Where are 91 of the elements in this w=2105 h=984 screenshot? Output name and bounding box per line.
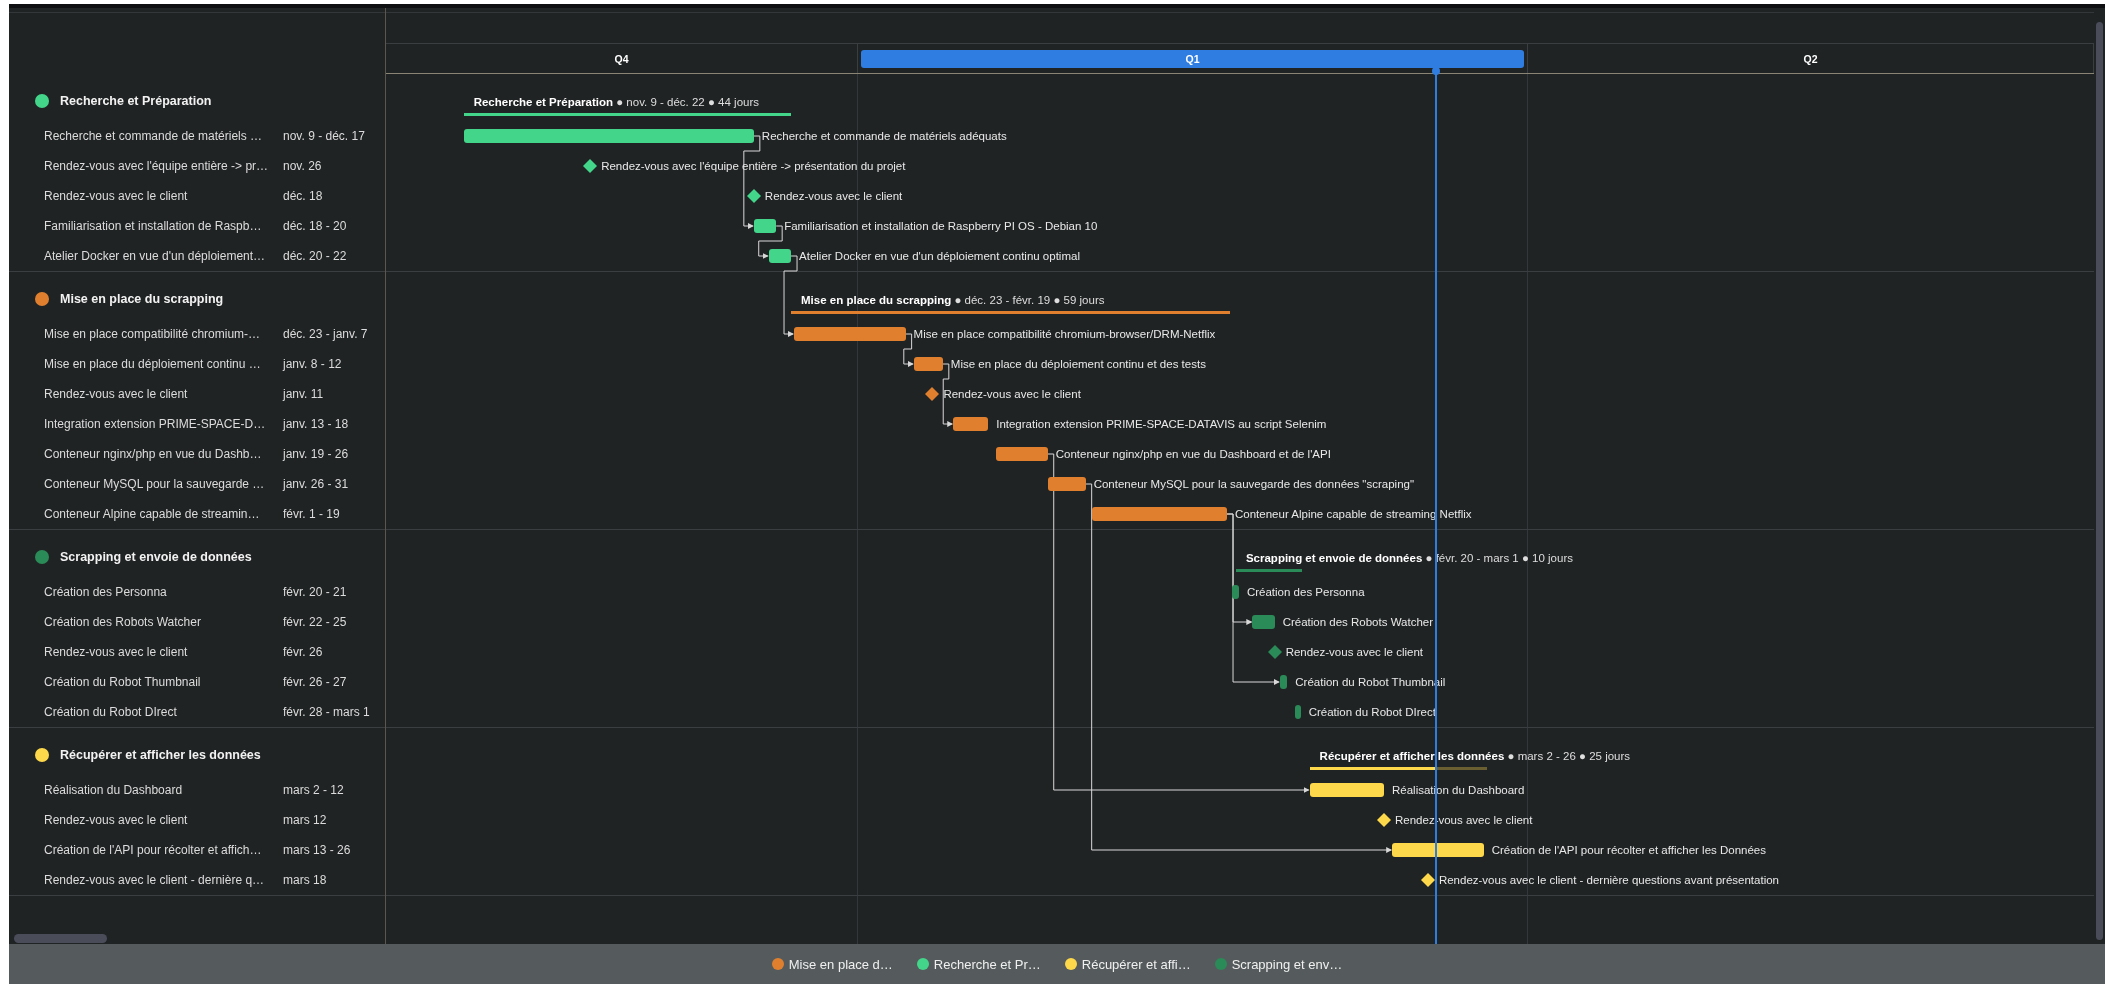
task-dates: févr. 22 - 25	[283, 615, 347, 629]
task-dates: févr. 1 - 19	[283, 507, 340, 521]
task-label: Mise en place compatibilité chromium-browser/DRM-Netflix	[913, 327, 1216, 341]
quarter-label: Q1	[861, 49, 1524, 68]
task-dates: mars 18	[283, 873, 327, 887]
task-name: Conteneur nginx/php en vue du Dashb…	[44, 447, 263, 461]
task-label: Conteneur Alpine capable de streaming Netflix	[1235, 507, 1472, 521]
task-label: Création de l'API pour récolter et afficher les Données	[1491, 843, 1766, 857]
task-name: Recherche et commande de matériels …	[44, 129, 264, 143]
task-dates: janv. 26 - 31	[283, 477, 349, 491]
task-dates: févr. 26 - 27	[283, 675, 347, 689]
task-name: Mise en place compatibilité chromium-…	[44, 327, 262, 341]
task-dates: janv. 19 - 26	[283, 447, 349, 461]
scrollbar-thumb[interactable]	[14, 934, 107, 943]
milestone-diamond[interactable]	[583, 159, 598, 173]
task-label: Familiarisation et installation de Raspberry PI OS - Debian 10	[784, 219, 1098, 233]
task-dates: janv. 8 - 12	[283, 357, 342, 371]
task-bar[interactable]	[1279, 675, 1288, 689]
task-label: Conteneur nginx/php en vue du Dashboard et de l'API	[1055, 447, 1331, 461]
legend-label: Scrapping et env…	[1231, 956, 1343, 972]
task-label: Recherche et commande de matériels adéquats	[761, 129, 1007, 143]
task-bar[interactable]	[1047, 477, 1086, 491]
task-bar[interactable]	[768, 249, 792, 263]
task-label: Atelier Docker en vue d'un déploiement continu optimal	[799, 249, 1080, 263]
group-name: Scrapping et envoie de données	[60, 549, 252, 564]
legend-label: Récupérer et affi…	[1081, 956, 1191, 972]
task-dates: févr. 26	[283, 645, 323, 659]
task-dates: mars 2 - 12	[283, 783, 344, 797]
scrollbar-thumb[interactable]	[2096, 22, 2103, 940]
group-summary: Mise en place du scrapping ● déc. 23 - févr. 19 ● 59 jours	[801, 293, 1105, 307]
group-summary: Recherche et Préparation ● nov. 9 - déc. 22 ● 44 jours	[473, 95, 760, 109]
task-name: Création de l'API pour récolter et affich…	[44, 843, 263, 857]
legend-label: Mise en place d…	[788, 956, 893, 972]
task-label: Integration extension PRIME-SPACE-DATAVIS au script Selenim	[996, 417, 1327, 431]
task-label: Rendez-vous avec le client - dernière questions avant présentation	[1438, 873, 1779, 887]
milestone-diamond[interactable]	[1377, 813, 1391, 827]
task-dates: déc. 18	[283, 189, 323, 203]
task-label: Création du Robot DIrect	[1308, 705, 1436, 719]
group-span-line	[1235, 569, 1303, 572]
group-name: Récupérer et afficher les données	[60, 747, 261, 762]
task-dates: févr. 20 - 21	[283, 585, 347, 599]
task-bar[interactable]	[953, 417, 989, 431]
task-name: Rendez-vous avec le client	[44, 645, 189, 659]
milestone-diamond[interactable]	[925, 387, 940, 401]
task-name: Réalisation du Dashboard	[44, 783, 184, 797]
task-bar[interactable]	[753, 219, 777, 233]
task-name: Création du Robot DIrect	[44, 705, 178, 719]
task-dates: mars 13 - 26	[283, 843, 351, 857]
task-name: Conteneur MySQL pour la sauvegarde …	[44, 477, 266, 491]
task-dates: janv. 11	[283, 387, 324, 401]
task-dates: déc. 18 - 20	[283, 219, 347, 233]
task-label: Rendez-vous avec le client	[764, 189, 903, 203]
task-dates: janv. 13 - 18	[283, 417, 349, 431]
milestone-diamond[interactable]	[1420, 873, 1435, 887]
task-name: Création des Personna	[44, 585, 168, 599]
task-name: Mise en place du déploiement continu …	[44, 357, 262, 371]
task-label: Rendez-vous avec le client	[943, 387, 1081, 401]
task-dates: févr. 28 - mars 1	[283, 705, 370, 719]
group-name: Mise en place du scrapping	[60, 291, 224, 306]
task-label: Rendez-vous avec le client	[1285, 645, 1424, 659]
task-name: Rendez-vous avec l'équipe entière -> pr…	[44, 159, 270, 173]
task-dates: nov. 26	[283, 159, 322, 173]
group-summary: Scrapping et envoie de données ● févr. 20 - mars 1 ● 10 jours	[1245, 551, 1573, 565]
task-label: Mise en place du déploiement continu et des tests	[950, 357, 1206, 371]
quarter-label: Q4	[614, 52, 629, 65]
task-name: Familiarisation et installation de Raspb…	[44, 219, 263, 233]
milestone-diamond[interactable]	[746, 189, 761, 203]
group-summary: Récupérer et afficher les données ● mars 2 - 26 ● 25 jours	[1319, 749, 1631, 763]
task-bar[interactable]	[1294, 705, 1301, 719]
task-name: Conteneur Alpine capable de streamin…	[44, 507, 261, 521]
task-label: Création des Personna	[1246, 585, 1365, 599]
task-name: Integration extension PRIME-SPACE-D…	[44, 417, 267, 431]
task-name: Rendez-vous avec le client	[44, 813, 189, 827]
task-name: Rendez-vous avec le client	[44, 189, 189, 203]
task-bar[interactable]	[995, 447, 1048, 461]
group-name: Recherche et Préparation	[60, 93, 212, 108]
task-name: Rendez-vous avec le client	[44, 387, 189, 401]
task-name: Atelier Docker en vue d'un déploiement…	[44, 249, 267, 263]
task-dates: déc. 23 - janv. 7	[283, 327, 368, 341]
task-name: Rendez-vous avec le client - dernière q…	[44, 873, 266, 887]
task-label: Conteneur MySQL pour la sauvegarde des données "scraping"	[1093, 477, 1414, 491]
quarter-label: Q2	[1803, 52, 1818, 65]
task-name: Création du Robot Thumbnail	[44, 675, 202, 689]
task-dates: nov. 9 - déc. 17	[283, 129, 365, 143]
task-name: Création des Robots Watcher	[44, 615, 202, 629]
task-label: Création des Robots Watcher	[1282, 615, 1434, 629]
task-dates: déc. 20 - 22	[283, 249, 347, 263]
legend-label: Recherche et Pr…	[933, 956, 1041, 972]
task-dates: mars 12	[283, 813, 327, 827]
task-bar[interactable]	[913, 357, 943, 371]
connector-arrow	[903, 333, 914, 367]
